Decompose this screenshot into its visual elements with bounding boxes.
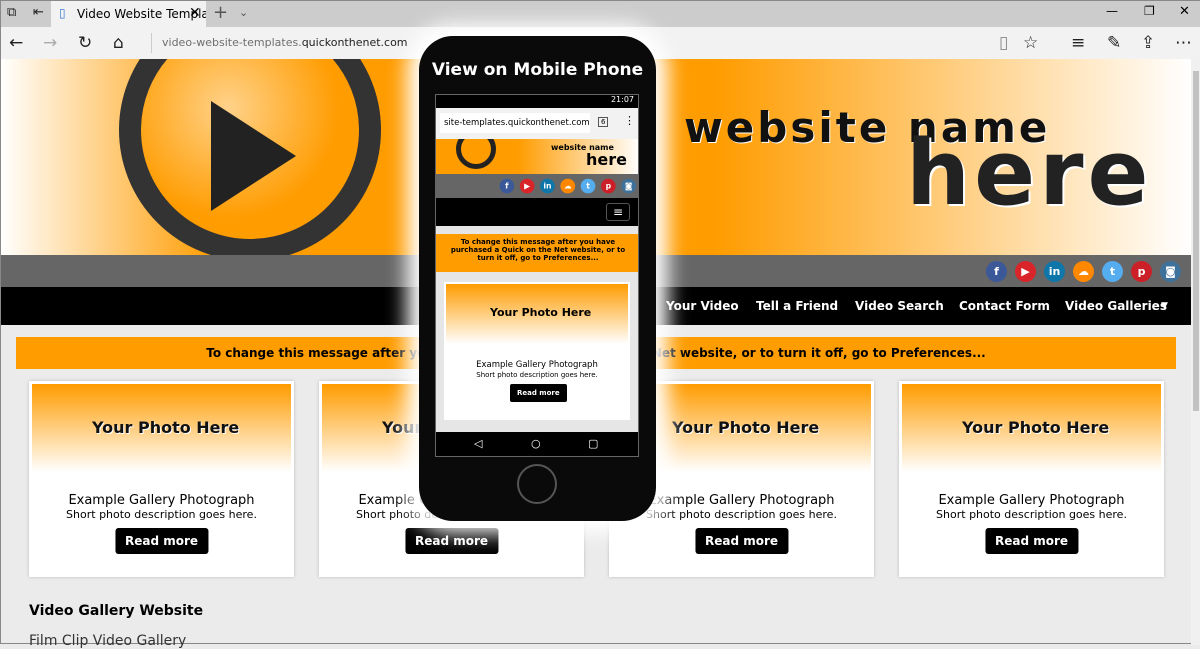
photo-label: Your Photo Here [962,418,1110,437]
home-icon[interactable]: ⌂ [113,27,124,59]
soundcloud-icon[interactable]: ☁ [560,178,576,194]
close-window-icon[interactable]: ✕ [1179,4,1190,19]
maximize-icon[interactable]: ❐ [1144,4,1155,18]
read-more-button[interactable]: Read more [114,528,209,554]
tab-bar: ⧉ ⇤ ▯ Video Website Template ✕ + ⌄ — ❐ ✕ [1,1,1200,27]
card-title: Example Gallery Photograph [68,493,255,508]
favorite-star-icon[interactable]: ☆ [1023,27,1038,59]
gallery-card: Your Photo Here Example Gallery Photogra… [899,381,1164,577]
photo-label: Your Photo Here [672,418,820,437]
photo-placeholder: Your Photo Here [902,384,1161,472]
phone-url[interactable]: site-templates.quickonthenet.com [440,113,590,133]
tab-title: Video Website Template [77,7,206,21]
phone-status-bar: 21:07 [436,95,638,108]
phone-message-banner: To change this message after you have pu… [436,234,638,272]
more-icon[interactable]: ⋯ [1175,27,1192,59]
gallery-link[interactable]: Film Clip Video Gallery [29,633,186,649]
card-description: Short photo description goes here. [936,508,1127,521]
android-recents-icon[interactable]: ▢ [588,437,598,450]
phone-title: View on Mobile Phone [431,60,644,80]
phone-screen: 21:07 site-templates.quickonthenet.com 6… [435,94,639,457]
tab-active[interactable]: ▯ Video Website Template [51,1,206,27]
facebook-icon[interactable]: f [986,261,1007,282]
nav-video-galleries[interactable]: Video Galleries [1065,287,1167,325]
phone-photo-label: Your Photo Here [490,306,592,319]
phone-card-photo: Your Photo Here [446,284,628,344]
phone-read-more-button[interactable]: Read more [510,384,567,402]
instagram-icon[interactable]: ◙ [621,178,636,194]
chevron-down-icon[interactable]: ⌄ [239,6,248,19]
url-domain: quickonthenet.com [301,36,408,49]
mobile-phone-preview: View on Mobile Phone 21:07 site-template… [419,36,656,521]
phone-card-desc: Short photo description goes here. [476,371,598,379]
soundcloud-icon[interactable]: ☁ [1073,261,1094,282]
android-back-icon[interactable]: ◁ [474,437,482,450]
page-icon: ▯ [59,6,66,20]
site-name-line2: here [906,121,1153,226]
nav-video-search[interactable]: Video Search [855,287,944,325]
nav-tell-a-friend[interactable]: Tell a Friend [756,287,838,325]
phone-card-title: Example Gallery Photograph [476,360,598,370]
card-description: Short photo description goes here. [646,508,837,521]
gallery-card: Your Photo Here Example Gallery Photogra… [29,381,294,577]
phone-url-bar: site-templates.quickonthenet.com 6 ⋮ [436,108,638,139]
tab-list-icon[interactable]: ⧉ [7,0,16,29]
linkedin-icon[interactable]: in [540,178,555,194]
phone-nav-bar: ◁ ○ ▢ [436,432,638,456]
section-heading: Video Gallery Website [29,603,204,619]
new-tab-icon[interactable]: + [213,2,228,23]
set-aside-tabs-icon[interactable]: ⇤ [33,0,44,29]
close-tab-icon[interactable]: ✕ [189,5,201,21]
back-icon[interactable]: ← [9,27,23,59]
facebook-icon[interactable]: f [499,178,515,194]
card-description: Short photo description goes here. [66,508,257,521]
hub-icon[interactable]: ≡ [1071,27,1085,59]
phone-nav: ≡ [436,198,638,226]
phone-header: website name here [436,139,638,174]
twitter-icon[interactable]: t [580,178,596,194]
minimize-icon[interactable]: — [1106,4,1118,18]
pinterest-icon[interactable]: p [601,178,616,194]
read-more-button[interactable]: Read more [984,528,1079,554]
read-more-button[interactable]: Read more [404,528,499,554]
youtube-icon[interactable]: ▶ [519,178,535,194]
url-field[interactable]: video-website-templates.quickonthenet.co… [151,33,571,53]
phone-menu-icon[interactable]: ⋮ [624,114,635,127]
caret-down-icon: ▼ [1161,301,1168,311]
nav-your-video[interactable]: Your Video [666,287,739,325]
phone-play-logo-icon [456,139,496,169]
share-icon[interactable]: ⇪ [1141,27,1155,59]
refresh-icon[interactable]: ↻ [78,27,92,59]
photo-label: Your Photo Here [92,418,240,437]
hamburger-menu-icon[interactable]: ≡ [606,203,630,221]
reading-view-icon[interactable]: ▯ [999,27,1008,59]
url-prefix: video-website-templates. [162,36,302,49]
phone-site-name2: here [586,150,627,169]
scrollbar-thumb[interactable] [1193,71,1199,411]
linkedin-icon[interactable]: in [1044,261,1065,282]
twitter-icon[interactable]: t [1102,261,1123,282]
instagram-icon[interactable]: ◙ [1160,261,1181,282]
phone-time: 21:07 [610,95,634,104]
read-more-button[interactable]: Read more [694,528,789,554]
phone-home-button [517,464,557,504]
phone-social-bar: f ▶ in ☁ t p ◙ [436,174,638,198]
phone-card: Your Photo Here Example Gallery Photogra… [444,282,630,420]
android-home-icon[interactable]: ○ [531,437,541,450]
youtube-icon[interactable]: ▶ [1015,261,1036,282]
card-title: Example Gallery Photograph [938,493,1125,508]
forward-icon[interactable]: → [43,27,57,59]
phone-tab-count[interactable]: 6 [598,117,609,127]
photo-placeholder: Your Photo Here [32,384,291,472]
play-logo-icon [119,59,381,255]
pen-icon[interactable]: ✎ [1107,27,1121,59]
pinterest-icon[interactable]: p [1131,261,1152,282]
nav-contact-form[interactable]: Contact Form [959,287,1050,325]
